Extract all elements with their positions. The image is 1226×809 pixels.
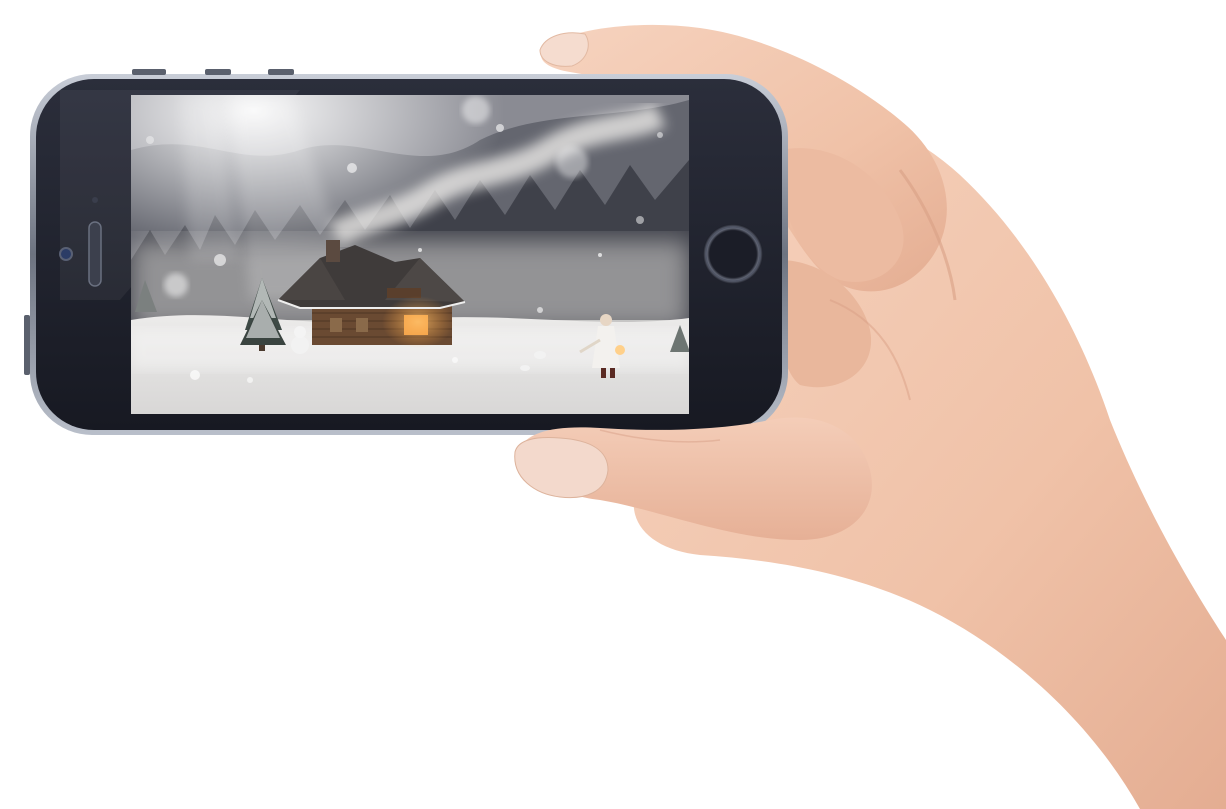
thumb xyxy=(514,417,872,540)
volume-button-icon[interactable] xyxy=(268,69,294,75)
home-button-icon[interactable] xyxy=(703,224,763,284)
proximity-sensor-icon xyxy=(92,197,98,203)
side-button-icon[interactable] xyxy=(24,315,30,375)
volume-button-icon[interactable] xyxy=(205,69,231,75)
volume-button-icon[interactable] xyxy=(132,69,166,75)
earpiece-icon xyxy=(88,221,102,287)
phone-screen[interactable] xyxy=(131,95,690,414)
photo-stage xyxy=(0,0,1226,809)
hand-holding-phone-illustration xyxy=(24,24,1226,809)
front-camera-icon xyxy=(59,247,73,261)
